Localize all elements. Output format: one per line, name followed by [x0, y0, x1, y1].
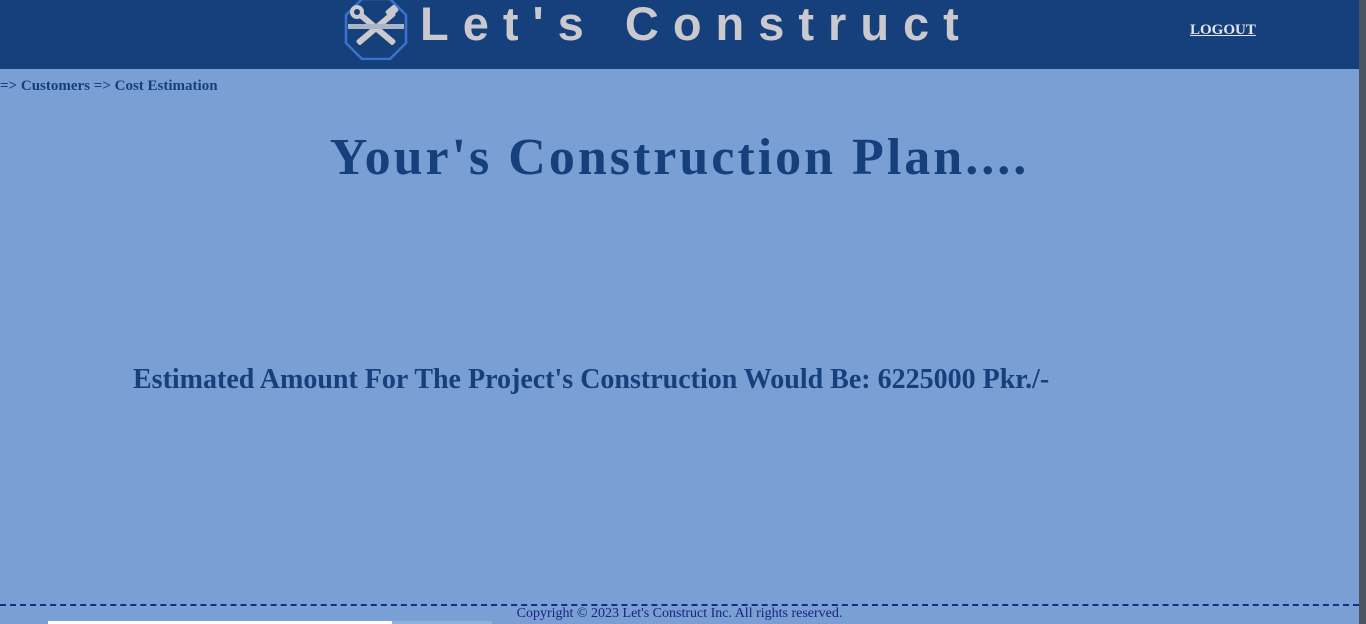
- brand-title: Let's Construct: [420, 0, 973, 50]
- tools-icon: [342, 0, 410, 61]
- window-edge: [1359, 0, 1366, 624]
- copyright-text: Copyright © 2023 Let's Construct Inc. Al…: [516, 606, 843, 621]
- breadcrumb: => Customers => Cost Estimation: [0, 78, 218, 95]
- breadcrumb-customers[interactable]: Customers: [21, 78, 90, 94]
- page: Let's Construct LOGOUT => Customers => C…: [0, 0, 1366, 624]
- page-title: Your's Construction Plan....: [329, 129, 1030, 186]
- estimate-text: Estimated Amount For The Project's Const…: [133, 364, 1050, 395]
- breadcrumb-cost-estimation[interactable]: Cost Estimation: [115, 78, 218, 94]
- logout-link[interactable]: LOGOUT: [1190, 22, 1256, 39]
- header-bar: Let's Construct LOGOUT: [0, 0, 1359, 69]
- breadcrumb-separator: =>: [90, 78, 115, 94]
- breadcrumb-separator: =>: [0, 78, 21, 94]
